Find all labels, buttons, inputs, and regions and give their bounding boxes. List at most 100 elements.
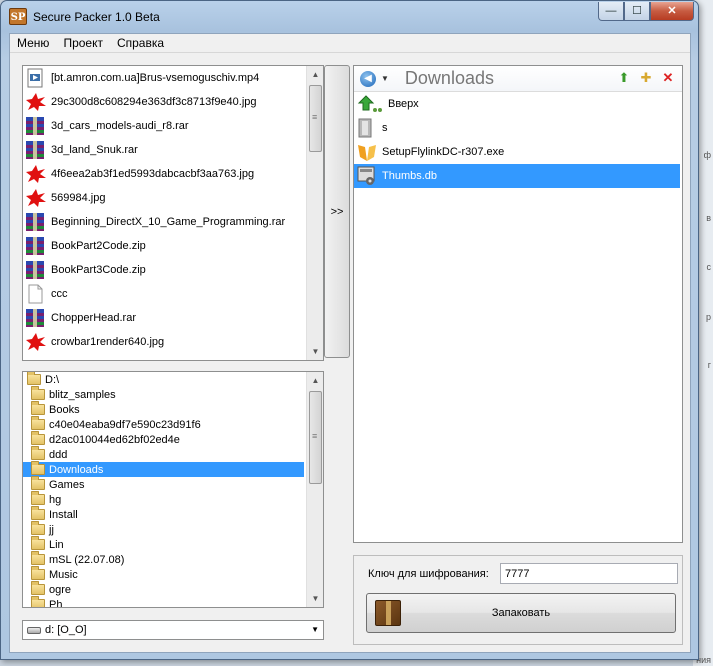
- file-list-item[interactable]: [bt.amron.com.ua]Brus-vsemoguschiv.mp4: [23, 66, 323, 90]
- scroll-thumb[interactable]: [309, 85, 322, 152]
- file-name: Beginning_DirectX_10_Game_Programming.ra…: [51, 216, 286, 228]
- close-button[interactable]: ✕: [650, 2, 694, 21]
- tree-scrollbar[interactable]: ▲ ▼: [306, 372, 323, 607]
- tree-folder-item[interactable]: Downloads: [23, 461, 304, 477]
- tree-folder-item[interactable]: Lin: [23, 536, 304, 552]
- tree-root[interactable]: D:\: [23, 372, 323, 387]
- scroll-thumb[interactable]: [309, 391, 322, 484]
- target-list-item[interactable]: Вверх: [354, 92, 680, 116]
- transfer-button[interactable]: >>: [324, 65, 350, 358]
- target-item-name: SetupFlylinkDC-r307.exe: [382, 146, 505, 158]
- folder-icon: [31, 596, 45, 607]
- menu-item-help[interactable]: Справка: [110, 34, 171, 52]
- rar-archive-icon: [25, 236, 47, 256]
- back-icon[interactable]: ◀: [360, 70, 376, 87]
- maximize-button[interactable]: ☐: [624, 2, 650, 21]
- tree-folder-item[interactable]: Books: [23, 401, 304, 417]
- bg-fragment: ф: [703, 150, 711, 160]
- image-file-icon: [25, 164, 47, 184]
- tree-folder-item[interactable]: ddd: [23, 446, 304, 462]
- scroll-down-arrow[interactable]: ▼: [307, 590, 323, 607]
- tree-folder-item[interactable]: c40e04eaba9df7e590c23d91f6: [23, 416, 304, 432]
- tree-folder-label: hg: [49, 493, 62, 506]
- transfer-label: >>: [330, 206, 344, 218]
- encryption-key-input[interactable]: [500, 563, 678, 584]
- source-file-list[interactable]: [bt.amron.com.ua]Brus-vsemoguschiv.mp4 29…: [22, 65, 324, 361]
- bg-fragment: р: [705, 312, 711, 322]
- file-list-item[interactable]: Beginning_DirectX_10_Game_Programming.ra…: [23, 210, 323, 234]
- rar-archive-icon: [25, 260, 47, 280]
- menu-item-menu[interactable]: Меню: [10, 34, 56, 52]
- tree-folder-item[interactable]: hg: [23, 491, 304, 507]
- file-list-item[interactable]: 29c300d8c608294e363df3c8713f9e40.jpg: [23, 90, 323, 114]
- target-list-item[interactable]: s: [354, 116, 680, 140]
- file-list-item[interactable]: ccc: [23, 282, 323, 306]
- file-name: 4f6eea2ab3f1ed5993dabcacbf3aa763.jpg: [51, 168, 255, 180]
- file-list-item[interactable]: crowbar1render640.jpg: [23, 330, 323, 354]
- rar-archive-icon: [25, 212, 47, 232]
- new-folder-icon[interactable]: ✚: [638, 70, 654, 86]
- minimize-button[interactable]: —: [598, 2, 624, 21]
- target-list-item[interactable]: Thumbs.db: [354, 164, 680, 188]
- file-list-item[interactable]: 3d_cars_models-audi_r8.rar: [23, 114, 323, 138]
- tree-folder-item[interactable]: d2ac010044ed62bf02ed4e: [23, 431, 304, 447]
- scroll-up-arrow[interactable]: ▲: [307, 66, 323, 83]
- file-name: ccc: [51, 288, 68, 300]
- blank-file-icon: [25, 284, 47, 304]
- tree-folder-item[interactable]: jj: [23, 521, 304, 537]
- file-name: BookPart2Code.zip: [51, 240, 146, 252]
- menu-item-project[interactable]: Проект: [56, 34, 110, 52]
- folder-file-icon: [356, 118, 378, 138]
- folder-up-icon[interactable]: ⬆: [616, 70, 632, 86]
- tree-folder-label: ddd: [49, 448, 68, 461]
- scroll-up-arrow[interactable]: ▲: [307, 372, 323, 389]
- file-list-item[interactable]: BookPart3Code.zip: [23, 258, 323, 282]
- folder-icon: [31, 476, 45, 490]
- scroll-down-arrow[interactable]: ▼: [307, 343, 323, 360]
- file-list-scrollbar[interactable]: ▲ ▼: [306, 66, 323, 360]
- folder-tree[interactable]: D:\ blitz_samples Books c40e04eaba9df7e590…: [22, 371, 324, 608]
- file-list-item[interactable]: BookPart2Code.zip: [23, 234, 323, 258]
- encryption-box: Ключ для шифрования: Запаковать: [353, 555, 683, 645]
- tree-folder-item[interactable]: ogre: [23, 581, 304, 597]
- pack-button[interactable]: Запаковать: [366, 593, 676, 633]
- tree-folder-item[interactable]: Music: [23, 566, 304, 582]
- folder-icon: [27, 372, 41, 385]
- image-file-icon: [25, 92, 47, 112]
- folder-icon: [31, 431, 45, 445]
- delete-icon[interactable]: ✕: [660, 70, 676, 86]
- title-bar[interactable]: SP Secure Packer 1.0 Beta — ☐ ✕: [1, 1, 698, 33]
- chevron-down-icon[interactable]: ▼: [381, 74, 389, 83]
- client-area: Меню Проект Справка [bt.amron.com.ua]Bru…: [9, 33, 691, 653]
- tree-folder-item[interactable]: blitz_samples: [23, 386, 304, 402]
- rar-archive-icon: [25, 116, 47, 136]
- tree-folder-item[interactable]: Ph: [23, 596, 304, 607]
- folder-icon: [31, 446, 45, 460]
- tree-folder-item[interactable]: mSL (22.07.08): [23, 551, 304, 567]
- db-file-icon: [356, 166, 378, 186]
- chevron-down-icon[interactable]: ▼: [311, 625, 319, 634]
- file-name: ChopperHead.rar: [51, 312, 136, 324]
- tree-folder-item[interactable]: Games: [23, 476, 304, 492]
- tree-folder-item[interactable]: Install: [23, 506, 304, 522]
- tree-root-label: D:\: [45, 373, 60, 386]
- app-window: SP Secure Packer 1.0 Beta — ☐ ✕ Меню Про…: [0, 0, 699, 660]
- file-list-item[interactable]: 4f6eea2ab3f1ed5993dabcacbf3aa763.jpg: [23, 162, 323, 186]
- file-list-item[interactable]: 569984.jpg: [23, 186, 323, 210]
- folder-icon: [31, 416, 45, 430]
- file-list-item[interactable]: ChopperHead.rar: [23, 306, 323, 330]
- bg-fragment: в: [706, 213, 711, 223]
- tree-folder-label: Downloads: [49, 463, 104, 476]
- folder-icon: [31, 521, 45, 535]
- tree-folder-label: Install: [49, 508, 78, 521]
- tree-folder-label: ogre: [49, 583, 72, 596]
- target-item-name: Вверх: [388, 98, 419, 110]
- target-folder-panel[interactable]: ◀ ▼ Downloads ⬆ ✚ ✕ Вверх s SetupFlylinkDC…: [353, 65, 683, 543]
- drive-select[interactable]: d: [O_O] ▼: [22, 620, 324, 640]
- file-name: 3d_cars_models-audi_r8.rar: [51, 120, 189, 132]
- package-icon: [375, 600, 401, 626]
- file-name: 569984.jpg: [51, 192, 106, 204]
- file-list-item[interactable]: 3d_land_Snuk.rar: [23, 138, 323, 162]
- target-list-item[interactable]: SetupFlylinkDC-r307.exe: [354, 140, 680, 164]
- tree-folder-label: blitz_samples: [49, 388, 116, 401]
